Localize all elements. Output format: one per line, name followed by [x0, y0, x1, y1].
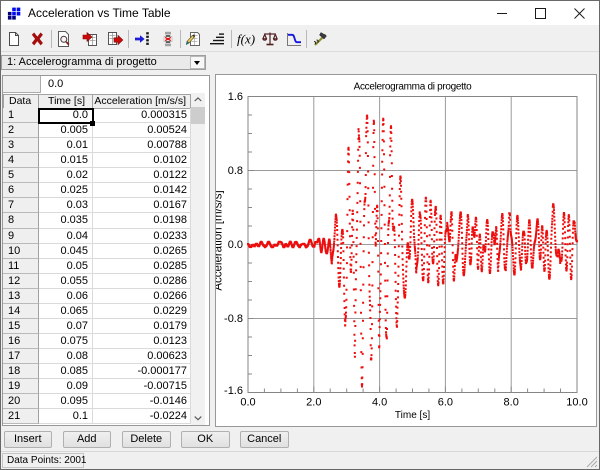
svg-text:-0.8: -0.8 [224, 313, 243, 325]
svg-text:-1.6: -1.6 [224, 385, 243, 397]
svg-text:f(x): f(x) [237, 32, 255, 47]
svg-text:2.0: 2.0 [306, 396, 321, 408]
svg-text:10.0: 10.0 [566, 396, 587, 408]
svg-text:Accelerogramma di progetto: Accelerogramma di progetto [354, 81, 473, 92]
svg-text:1.6: 1.6 [228, 91, 243, 103]
svg-text:Time [s]: Time [s] [395, 410, 430, 421]
svg-text:6.0: 6.0 [438, 396, 453, 408]
svg-text:Acceleration [m/s/s]: Acceleration [m/s/s] [216, 190, 225, 290]
svg-text:0.0: 0.0 [228, 239, 243, 251]
svg-text:4.0: 4.0 [372, 396, 387, 408]
svg-text:0.8: 0.8 [228, 165, 243, 177]
svg-text:8.0: 8.0 [504, 396, 519, 408]
svg-text:0.0: 0.0 [240, 396, 255, 408]
